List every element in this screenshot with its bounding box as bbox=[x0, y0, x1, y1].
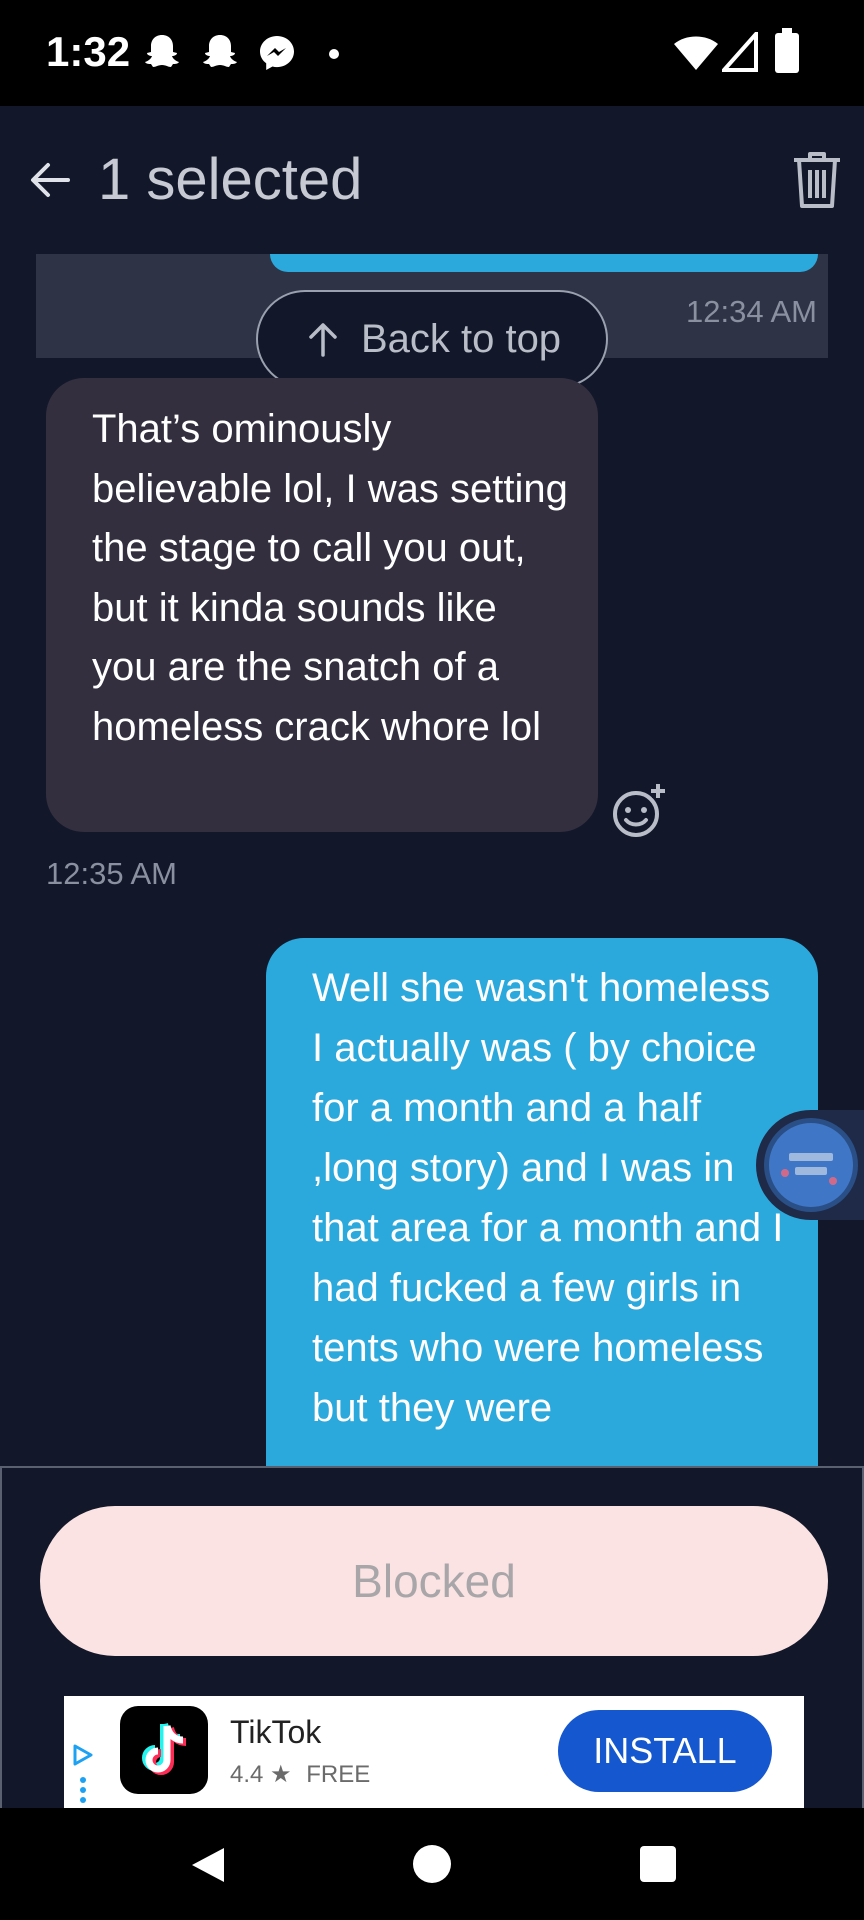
trash-icon[interactable] bbox=[790, 150, 844, 210]
sent-message-text: Well she wasn't homeless I actually was … bbox=[312, 966, 784, 1430]
received-message-bubble[interactable]: That’s ominously believable lol, I was s… bbox=[46, 378, 598, 832]
wifi-icon bbox=[674, 36, 718, 70]
page-title: 1 selected bbox=[98, 147, 363, 212]
cell-signal-icon bbox=[722, 32, 758, 72]
ad-price: FREE bbox=[306, 1761, 371, 1788]
install-button[interactable]: INSTALL bbox=[558, 1710, 772, 1792]
sent-message-bubble[interactable]: Well she wasn't homeless I actually was … bbox=[266, 938, 818, 1498]
status-time: 1:32 bbox=[46, 28, 131, 75]
ad-app-meta: 4.4 ★ FREE bbox=[230, 1760, 370, 1789]
add-reaction-icon[interactable] bbox=[610, 782, 668, 840]
battery-icon bbox=[775, 28, 799, 73]
snapchat-icon bbox=[203, 35, 237, 67]
back-to-top-button[interactable]: Back to top bbox=[256, 290, 608, 388]
ad-app-name: TikTok bbox=[230, 1714, 322, 1750]
back-to-top-label: Back to top bbox=[360, 316, 562, 361]
back-nav-icon[interactable] bbox=[186, 1844, 228, 1886]
message-timestamp: 12:35 AM bbox=[46, 856, 177, 891]
navigation-bar bbox=[0, 1808, 864, 1920]
arrow-left-icon[interactable] bbox=[26, 156, 74, 204]
app-bar: 1 selected bbox=[0, 106, 864, 254]
status-bar: 1:32 bbox=[0, 0, 864, 106]
install-label: INSTALL bbox=[593, 1730, 737, 1771]
sent-message-bubble-partial[interactable] bbox=[270, 254, 818, 272]
ad-choices-icon[interactable] bbox=[72, 1742, 94, 1806]
blocked-label: Blocked bbox=[352, 1555, 516, 1607]
snapchat-icon bbox=[145, 35, 179, 67]
floating-chat-button[interactable] bbox=[756, 1110, 864, 1220]
tiktok-logo-icon[interactable] bbox=[120, 1706, 208, 1794]
dot-icon bbox=[329, 49, 339, 59]
ad-rating: 4.4 bbox=[230, 1761, 264, 1788]
blocked-banner: Blocked bbox=[40, 1506, 828, 1656]
star-icon: ★ bbox=[270, 1761, 292, 1788]
received-message-text: That’s ominously believable lol, I was s… bbox=[92, 407, 568, 749]
message-timestamp: 12:34 AM bbox=[686, 294, 817, 329]
recents-nav-icon[interactable] bbox=[638, 1844, 678, 1884]
messenger-icon bbox=[260, 36, 294, 70]
home-nav-icon[interactable] bbox=[410, 1842, 454, 1886]
ad-banner[interactable]: TikTok 4.4 ★ FREE INSTALL bbox=[64, 1696, 804, 1810]
composer-area: Blocked TikTok 4.4 ★ FREE INSTALL bbox=[0, 1466, 864, 1810]
arrow-up-icon bbox=[309, 323, 337, 357]
chat-bubble-icon bbox=[764, 1118, 858, 1212]
